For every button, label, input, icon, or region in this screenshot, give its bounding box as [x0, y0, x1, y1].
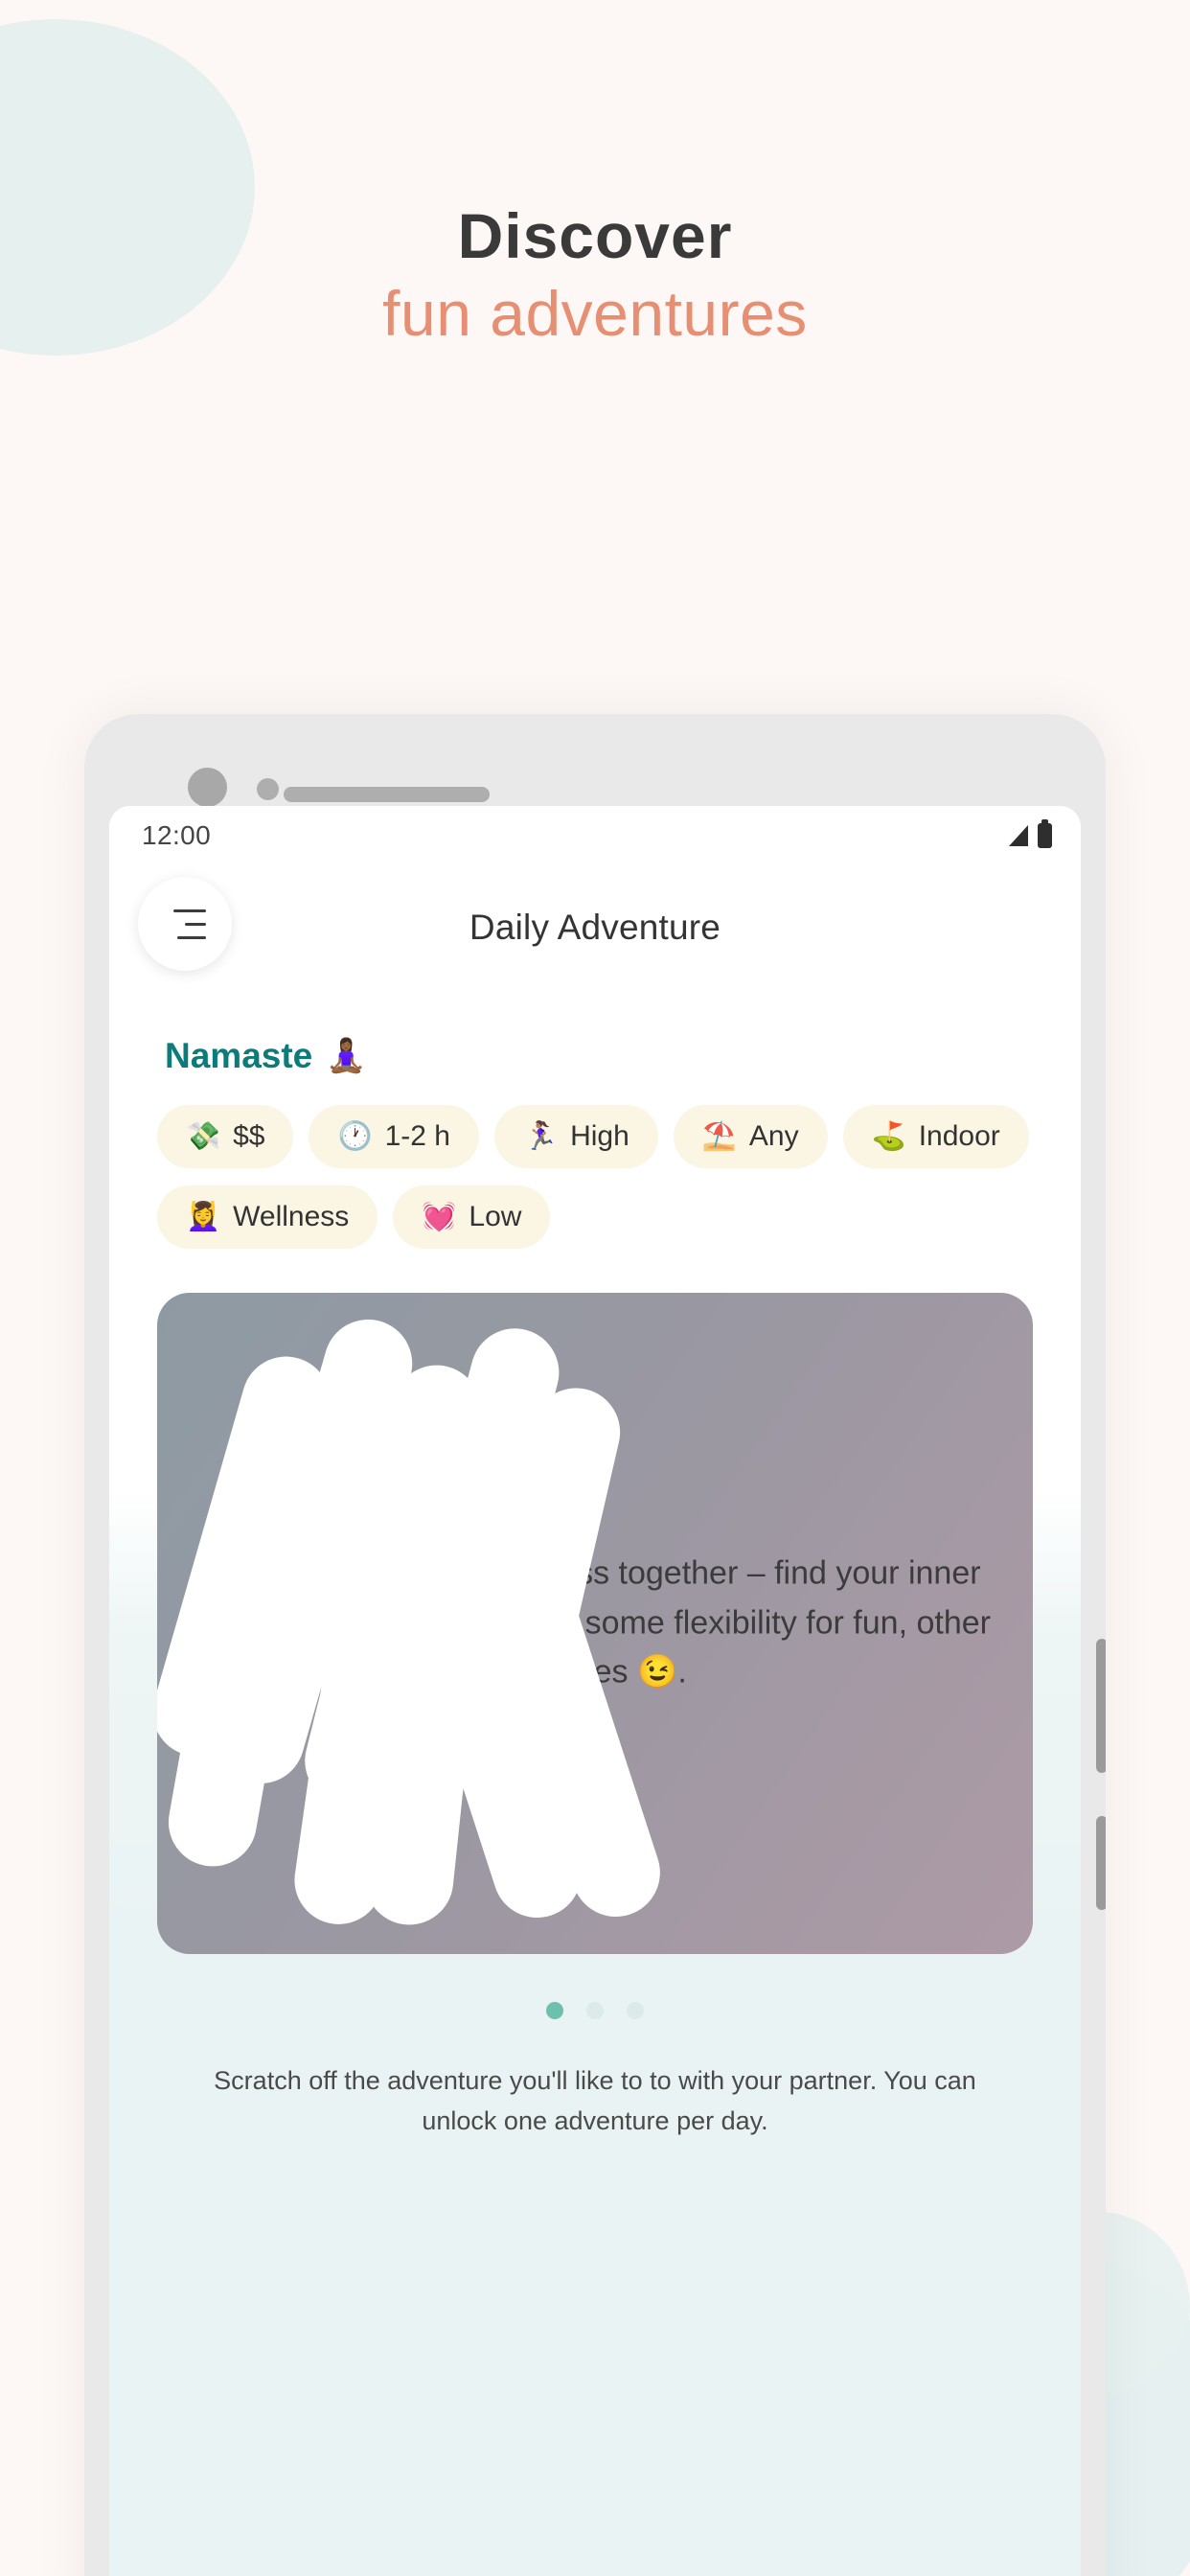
greeting-text: Namaste	[165, 1036, 313, 1075]
massage-icon: 💆‍♀️	[186, 1201, 221, 1232]
carousel-pagination	[109, 1954, 1081, 2019]
phone-top-bezel	[84, 714, 1106, 815]
golf-flag-icon: ⛳	[871, 1120, 906, 1152]
adventure-card-wrapper: Take a yoga or pilates class together – …	[109, 1249, 1081, 1954]
filter-chip-cost[interactable]: 💸 $$	[157, 1105, 294, 1168]
filter-chip-label: Indoor	[918, 1120, 1000, 1152]
filter-chip-label: 1-2 h	[384, 1120, 450, 1152]
umbrella-icon: ⛱️	[701, 1120, 737, 1152]
filter-chip-label: Any	[748, 1120, 799, 1152]
filter-chip-label: Low	[469, 1201, 522, 1232]
pagination-dot-1[interactable]	[546, 2002, 563, 2019]
earpiece-speaker	[284, 787, 490, 802]
front-camera-icon	[188, 768, 227, 807]
greeting-row: Namaste 🧘🏾‍♀️	[109, 990, 1081, 1076]
volume-button[interactable]	[1096, 1639, 1106, 1773]
meditation-person-icon: 🧘🏾‍♀️	[326, 1038, 367, 1074]
hamburger-menu-icon[interactable]	[138, 877, 232, 971]
page-title: Daily Adventure	[469, 908, 721, 947]
hero-headline-line2: fun adventures	[382, 277, 808, 349]
hero-headline: Discover fun adventures	[0, 201, 1190, 356]
status-bar: 12:00	[109, 806, 1081, 865]
power-button[interactable]	[1096, 1816, 1106, 1910]
signal-bars-icon	[1009, 825, 1028, 846]
status-bar-time: 12:00	[142, 820, 212, 850]
phone-mockup: 12:00 Daily Adventure Namaste 🧘🏾‍♀️	[84, 714, 1106, 2576]
phone-screen: 12:00 Daily Adventure Namaste 🧘🏾‍♀️	[109, 806, 1081, 2576]
beating-heart-icon: 💓	[422, 1201, 457, 1232]
instruction-caption: Scratch off the adventure you'll like to…	[109, 2019, 1081, 2142]
filter-chip-label: High	[570, 1120, 629, 1152]
hero-headline-line1: Discover	[457, 200, 733, 271]
clock-icon: 🕐	[337, 1120, 373, 1152]
adventure-description: Take a yoga or pilates class together – …	[199, 1554, 991, 1690]
filter-chip-romance[interactable]: 💓 Low	[393, 1185, 551, 1249]
pagination-dot-2[interactable]	[586, 2002, 604, 2019]
filter-chip-duration[interactable]: 🕐 1-2 h	[309, 1105, 479, 1168]
runner-icon: 🏃🏽‍♀️	[522, 1120, 559, 1152]
battery-full-icon	[1038, 819, 1052, 848]
filter-chip-list: 💸 $$ 🕐 1-2 h 🏃🏽‍♀️ High ⛱️ Any ⛳ I	[109, 1076, 1081, 1249]
pagination-dot-3[interactable]	[627, 2002, 644, 2019]
screen-bottom-filler	[109, 2141, 1081, 2525]
filter-chip-intensity[interactable]: 🏃🏽‍♀️ High	[493, 1105, 658, 1168]
filter-chip-label: Wellness	[233, 1201, 350, 1232]
filter-chip-category[interactable]: 💆‍♀️ Wellness	[157, 1185, 378, 1249]
money-icon: 💸	[186, 1120, 221, 1152]
status-bar-icons	[1009, 819, 1052, 848]
filter-chip-label: $$	[233, 1120, 265, 1152]
app-header: Daily Adventure	[109, 865, 1081, 990]
proximity-sensor-icon	[257, 778, 279, 800]
filter-chip-weather[interactable]: ⛱️ Any	[673, 1105, 828, 1168]
scratch-card[interactable]: Take a yoga or pilates class together – …	[157, 1293, 1033, 1954]
filter-chip-location[interactable]: ⛳ Indoor	[842, 1105, 1029, 1168]
